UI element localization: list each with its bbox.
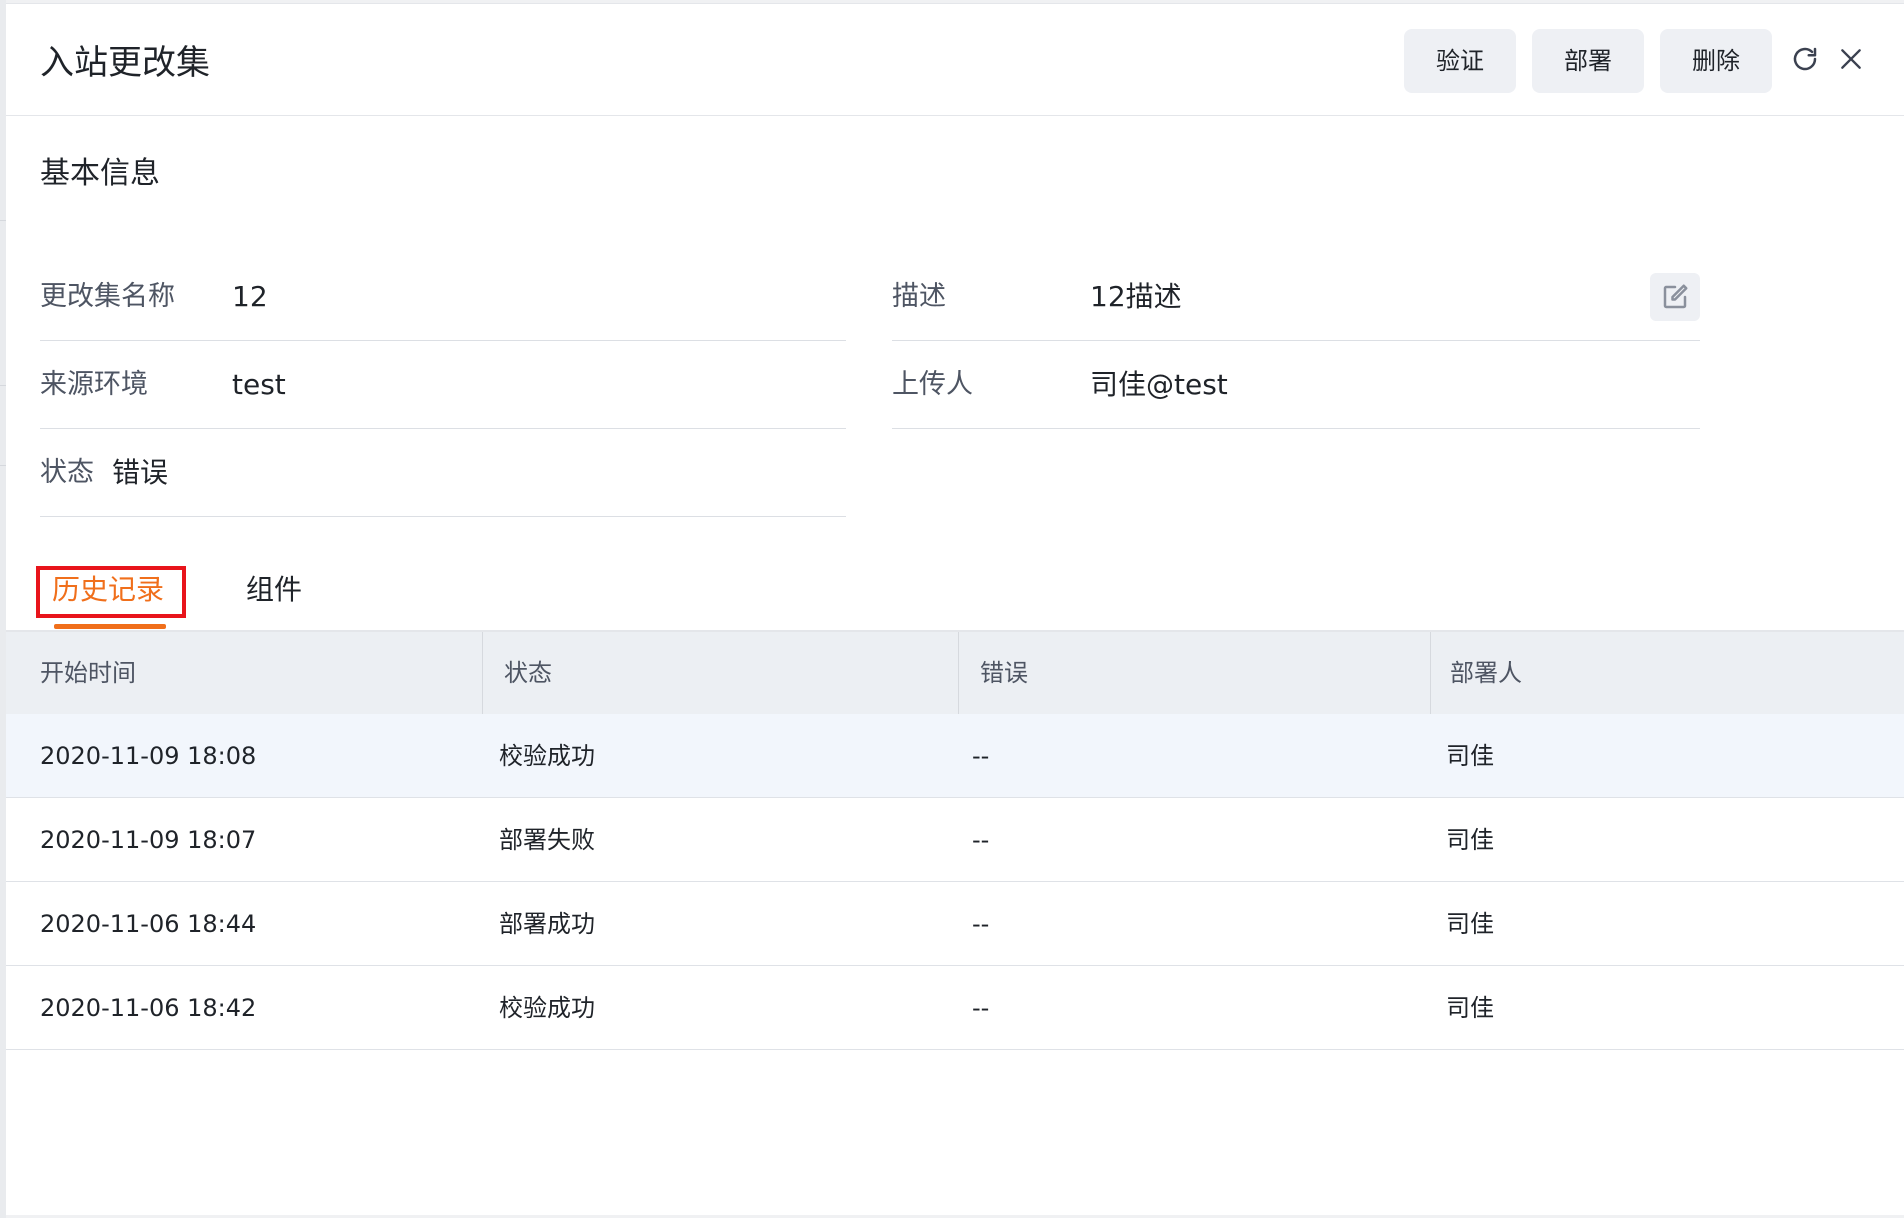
- panel-header: 入站更改集 验证 部署 删除: [6, 4, 1904, 116]
- section-title: 基本信息: [40, 156, 160, 191]
- cell-deployer: 司佳: [1446, 742, 1494, 770]
- cell-start-time: 2020-11-09 18:08: [40, 742, 257, 770]
- cell-start-time: 2020-11-06 18:42: [40, 994, 257, 1022]
- table-row[interactable]: 2020-11-09 18:08 校验成功 -- 司佳: [6, 714, 1904, 798]
- cell-deployer: 司佳: [1446, 910, 1494, 938]
- field-value: test: [232, 368, 286, 401]
- cell-deployer: 司佳: [1446, 994, 1494, 1022]
- field-label: 更改集名称: [40, 281, 175, 312]
- edit-icon[interactable]: [1650, 273, 1700, 321]
- cell-status: 部署成功: [499, 910, 595, 938]
- field-label: 描述: [892, 281, 946, 312]
- column-header-status: 状态: [504, 659, 552, 687]
- field-label: 来源环境: [40, 369, 148, 400]
- changeset-detail-panel: 入站更改集 验证 部署 删除 基本信息 更改集名称 12 描述 12描述 来源环…: [6, 3, 1904, 1215]
- page-title: 入站更改集: [40, 43, 210, 83]
- delete-button[interactable]: 删除: [1660, 29, 1772, 93]
- field-value: 12: [232, 280, 268, 313]
- field-source-environment: 来源环境 test: [40, 341, 846, 429]
- field-status: 状态 错误: [40, 429, 846, 517]
- column-header-deployer: 部署人: [1450, 659, 1522, 687]
- column-header-start-time: 开始时间: [40, 659, 136, 687]
- cell-error: --: [972, 742, 990, 770]
- close-icon[interactable]: [1834, 42, 1868, 76]
- field-label: 状态: [40, 457, 94, 488]
- column-header-error: 错误: [980, 659, 1028, 687]
- field-label: 上传人: [892, 369, 973, 400]
- cell-status: 部署失败: [499, 826, 595, 854]
- field-value: 12描述: [1090, 280, 1182, 313]
- cell-status: 校验成功: [499, 742, 595, 770]
- cell-error: --: [972, 994, 990, 1022]
- deploy-button[interactable]: 部署: [1532, 29, 1644, 93]
- cell-start-time: 2020-11-09 18:07: [40, 826, 257, 854]
- tab-components[interactable]: 组件: [246, 566, 302, 614]
- tab-history[interactable]: 历史记录: [52, 566, 164, 614]
- table-row[interactable]: 2020-11-09 18:07 部署失败 -- 司佳: [6, 798, 1904, 882]
- cell-deployer: 司佳: [1446, 826, 1494, 854]
- field-value: 错误: [112, 456, 169, 489]
- table-row[interactable]: 2020-11-06 18:44 部署成功 -- 司佳: [6, 882, 1904, 966]
- cell-error: --: [972, 910, 990, 938]
- field-description: 描述 12描述: [892, 253, 1700, 341]
- refresh-icon[interactable]: [1788, 42, 1822, 76]
- cell-status: 校验成功: [499, 994, 595, 1022]
- field-uploader: 上传人 司佳@test: [892, 341, 1700, 429]
- table-header: 开始时间 状态 错误 部署人: [6, 632, 1904, 714]
- validate-button[interactable]: 验证: [1404, 29, 1516, 93]
- table-row[interactable]: 2020-11-06 18:42 校验成功 -- 司佳: [6, 966, 1904, 1050]
- cell-error: --: [972, 826, 990, 854]
- field-value: 司佳@test: [1090, 368, 1228, 401]
- field-changeset-name: 更改集名称 12: [40, 253, 846, 341]
- active-tab-indicator: [54, 624, 166, 629]
- history-table: 开始时间 状态 错误 部署人 2020-11-09 18:08 校验成功 -- …: [6, 632, 1904, 1050]
- cell-start-time: 2020-11-06 18:44: [40, 910, 257, 938]
